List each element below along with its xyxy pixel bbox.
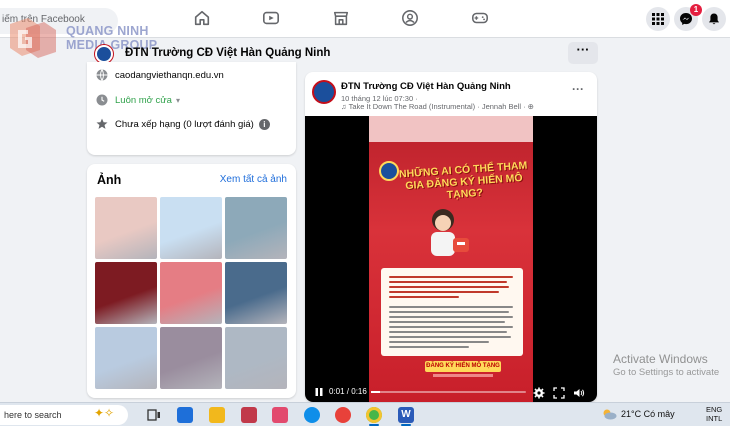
hours-row[interactable]: Luôn mở cửa ▾ [96, 94, 180, 106]
info-icon[interactable]: i [258, 118, 270, 130]
notification-count-badge: 1 [690, 4, 702, 16]
website-link[interactable]: caodangviethanqn.edu.vn [115, 70, 224, 81]
hours-status[interactable]: Luôn mở cửa [115, 95, 172, 106]
post-music-track[interactable]: ♫ Take It Down The Road (Instrumental) ·… [341, 102, 534, 111]
photo-thumbnail[interactable] [95, 262, 157, 324]
photo-thumbnail[interactable] [225, 262, 287, 324]
chrome-icon[interactable] [366, 407, 382, 423]
settings-gear-icon[interactable] [533, 386, 545, 399]
clock-icon [96, 94, 108, 106]
video-time: 0:01 / 0:16 [329, 387, 367, 396]
marketplace-icon[interactable] [332, 9, 350, 27]
photos-title: Ảnh [97, 173, 122, 187]
outlook-icon[interactable] [177, 407, 193, 423]
youth-union-emblem [379, 161, 399, 181]
volume-icon[interactable] [573, 386, 585, 398]
photo-thumbnail[interactable] [160, 197, 222, 259]
menu-grid-icon[interactable] [646, 7, 670, 31]
poster-register-badge: ĐĂNG KÝ HIẾN MÔ TẠNG [425, 361, 501, 372]
poster-banner [369, 116, 533, 142]
watermark-line1: QUANG NINH [66, 24, 149, 38]
cloudy-weather-icon[interactable] [601, 408, 617, 420]
home-icon[interactable] [193, 9, 211, 27]
photos-card: Ảnh Xem tất cả ảnh [87, 164, 296, 398]
activate-windows-subtitle: Go to Settings to activate [613, 367, 720, 378]
video-icon[interactable] [262, 9, 280, 27]
page-more-button[interactable]: ··· [568, 42, 598, 64]
photo-thumbnail[interactable] [225, 197, 287, 259]
language-line2: INTL [706, 414, 723, 423]
photo-grid [95, 197, 288, 389]
post-author-avatar[interactable] [312, 80, 336, 104]
copilot-sparkle-icon[interactable]: ✦✧ [94, 406, 114, 420]
pause-icon[interactable] [314, 387, 324, 397]
video-progress-bar[interactable] [371, 391, 526, 393]
photo-thumbnail[interactable] [95, 327, 157, 389]
language-indicator[interactable]: ENG INTL [706, 405, 722, 423]
task-view-icon[interactable] [146, 407, 162, 423]
word-icon[interactable]: W [398, 407, 414, 423]
language-line1: ENG [706, 405, 723, 414]
photo-thumbnail[interactable] [160, 327, 222, 389]
video-poster: NHỮNG AI CÓ THỂ THAM GIA ĐĂNG KÝ HIẾN MÔ… [369, 116, 533, 402]
photo-thumbnail[interactable] [225, 327, 287, 389]
weather-temperature[interactable]: 21°C Có mây [621, 409, 675, 419]
illustration-girl [431, 209, 469, 256]
video-progress-fill [371, 391, 381, 393]
poster-footer [433, 374, 493, 377]
edge-icon[interactable] [304, 407, 320, 423]
post-card: ĐTN Trường CĐ Việt Hàn Quảng Ninh 10 thá… [305, 72, 597, 402]
page-name[interactable]: ĐTN Trường CĐ Việt Hàn Quảng Ninh [125, 47, 330, 59]
activate-windows-title: Activate Windows [613, 352, 708, 366]
media-app-icon[interactable] [241, 407, 257, 423]
groups-icon[interactable] [401, 9, 419, 27]
page-avatar[interactable] [95, 45, 113, 63]
photo-thumbnail[interactable] [95, 197, 157, 259]
video-player[interactable]: NHỮNG AI CÓ THỂ THAM GIA ĐĂNG KÝ HIẾN MÔ… [305, 116, 597, 402]
post-author-name[interactable]: ĐTN Trường CĐ Việt Hàn Quảng Ninh [341, 81, 511, 92]
website-row[interactable]: caodangviethanqn.edu.vn [96, 69, 224, 82]
gaming-icon[interactable] [471, 9, 489, 27]
globe-icon [96, 69, 108, 82]
rating-row: Chưa xếp hạng (0 lượt đánh giá) i [96, 118, 270, 130]
photo-thumbnail[interactable] [160, 262, 222, 324]
windows-taskbar: here to search ✦✧ W 21°C Có mây ENG INTL [0, 402, 730, 426]
recorder-icon[interactable] [335, 407, 351, 423]
poster-headline: NHỮNG AI CÓ THỂ THAM GIA ĐĂNG KÝ HIẾN MÔ… [398, 159, 528, 202]
poster-text-box [381, 268, 523, 356]
store-icon[interactable] [272, 407, 288, 423]
chevron-down-icon[interactable]: ▾ [176, 96, 180, 105]
notifications-bell-icon[interactable] [702, 7, 726, 31]
star-icon [96, 118, 108, 130]
file-explorer-icon[interactable] [209, 407, 225, 423]
post-more-button[interactable]: ··· [572, 82, 584, 96]
quang-ninh-media-logo [6, 14, 62, 60]
intro-card: caodangviethanqn.edu.vn Luôn mở cửa ▾ Ch… [87, 62, 296, 155]
rating-text: Chưa xếp hạng (0 lượt đánh giá) [115, 118, 254, 130]
video-controls: 0:01 / 0:16 [305, 382, 597, 402]
fullscreen-icon[interactable] [553, 386, 565, 399]
see-all-photos-link[interactable]: Xem tất cả ảnh [220, 174, 287, 185]
